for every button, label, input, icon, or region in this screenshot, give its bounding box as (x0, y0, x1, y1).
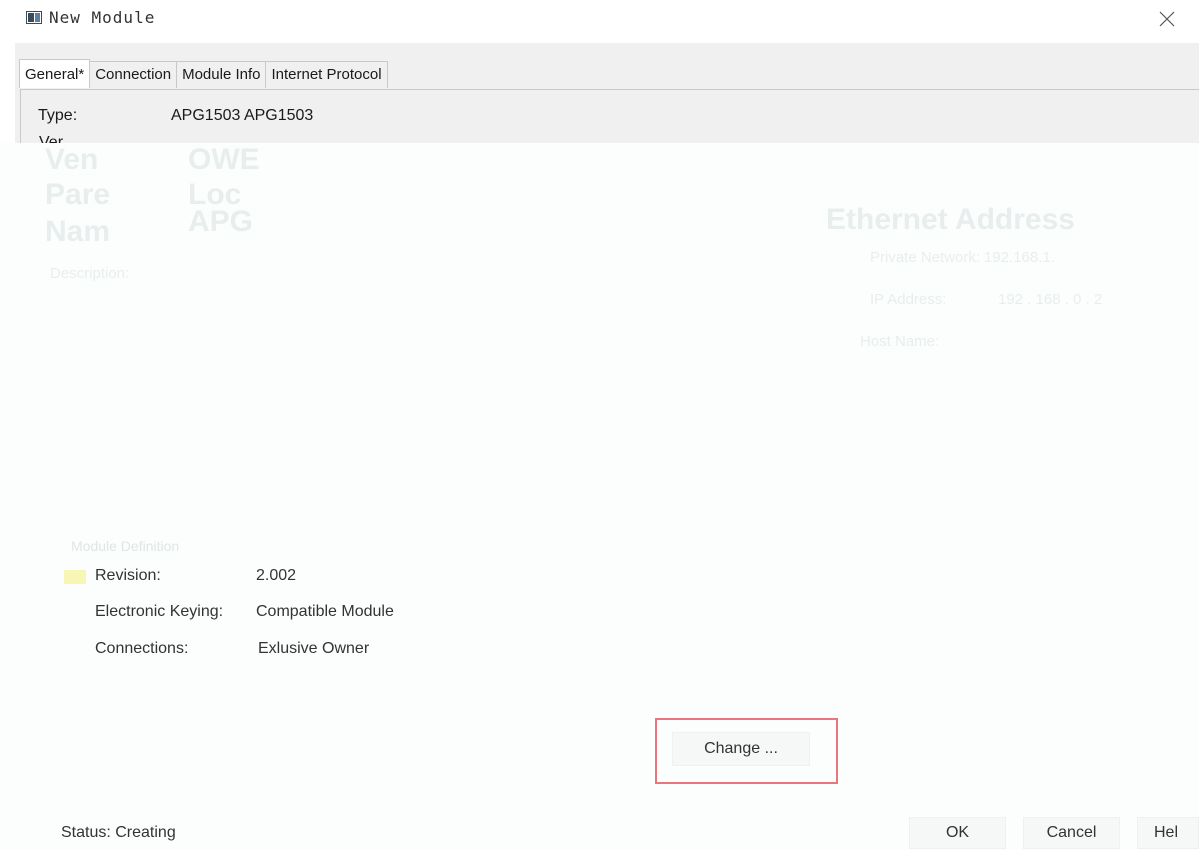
ip-address-label: IP Address: (870, 291, 947, 308)
window-title: New Module (49, 8, 156, 27)
tab-module-info[interactable]: Module Info (176, 61, 267, 88)
ghost-text: Ven (45, 143, 99, 176)
ip-address-value: 192 . 168 . 0 . 2 (998, 291, 1103, 308)
module-definition-caption: Module Definition (71, 538, 180, 554)
tab-divider-left (20, 89, 21, 143)
ethernet-caption: Ethernet Address (826, 203, 1075, 236)
private-network-label: Private Network: (870, 249, 981, 266)
ghost-text: Pare (45, 178, 111, 211)
revision-label: Revision: (95, 567, 161, 584)
electronic-keying-value: Compatible Module (256, 603, 394, 620)
change-button[interactable]: Change ... (672, 732, 810, 766)
dialog-panel: General* Connection Module Info Internet… (15, 43, 1199, 143)
tab-general[interactable]: General* (19, 59, 91, 88)
tab-connection[interactable]: Connection (89, 61, 178, 88)
type-label: Type: (38, 107, 78, 124)
description-label: Description: (50, 265, 130, 282)
connections-label: Connections: (95, 640, 189, 657)
electronic-keying-label: Electronic Keying: (95, 603, 224, 620)
title-bar: New Module (0, 0, 1199, 38)
tab-strip: General* Connection Module Info Internet… (19, 59, 388, 89)
module-icon (26, 11, 42, 24)
faded-content-area: Ven OWE Pare Loc Nam APG Description: Et… (0, 143, 1199, 850)
ghost-text: APG (188, 205, 254, 238)
revision-marker (64, 570, 86, 584)
ok-button[interactable]: OK (909, 817, 1006, 849)
private-network-value: 192.168.1. (984, 249, 1055, 266)
tab-internet-protocol[interactable]: Internet Protocol (265, 61, 388, 88)
status-text: Status: Creating (61, 824, 176, 841)
host-name-label: Host Name: (860, 333, 940, 350)
connections-value: Exlusive Owner (258, 640, 370, 657)
ghost-text: Nam (45, 215, 111, 248)
close-button[interactable] (1153, 6, 1181, 32)
tab-divider (20, 89, 1199, 90)
type-value: APG1503 APG1503 (171, 107, 314, 124)
vendor-label: Ver (39, 134, 64, 143)
help-button[interactable]: Hel (1137, 817, 1199, 849)
ghost-text: OWE (188, 143, 260, 176)
cancel-button[interactable]: Cancel (1023, 817, 1120, 849)
new-module-dialog: New Module General* Connection Module In… (0, 0, 1199, 850)
revision-value: 2.002 (256, 567, 297, 584)
close-icon (1159, 11, 1175, 27)
